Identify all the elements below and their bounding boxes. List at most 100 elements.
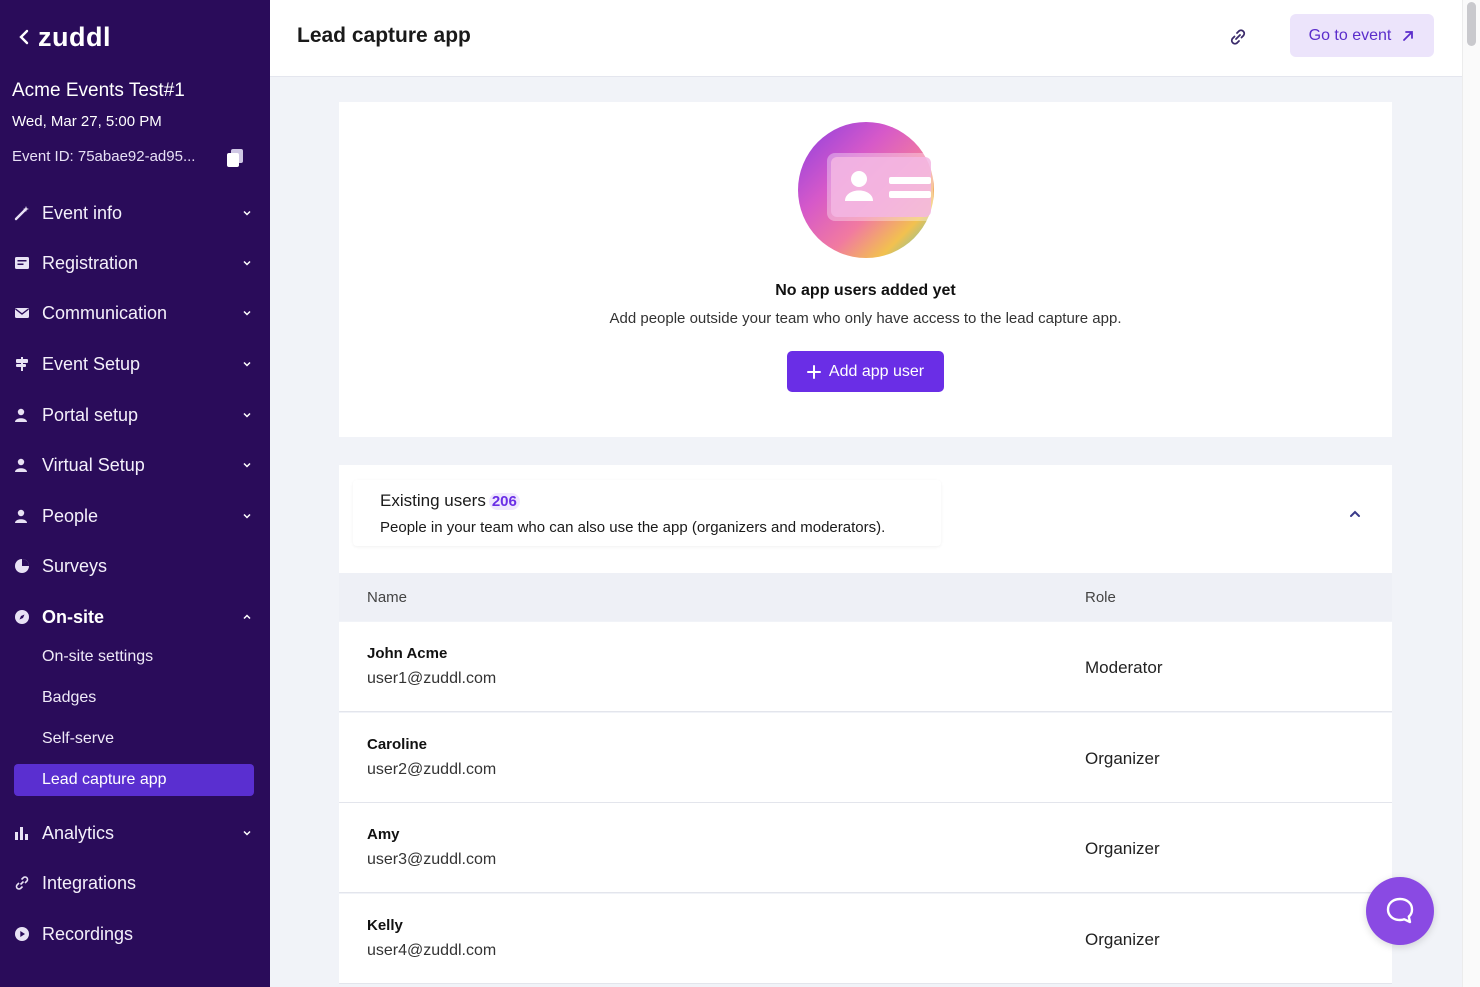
sidebar-item-label: Recordings — [42, 923, 134, 944]
sidebar-item-people[interactable]: People — [0, 494, 270, 538]
signpost-icon — [16, 357, 28, 371]
bar-chart-icon — [15, 827, 28, 840]
user-name: Caroline — [367, 736, 428, 753]
sidebar-item-label: Integrations — [42, 872, 137, 893]
event-date: Wed, Mar 27, 5:00 PM — [12, 113, 162, 130]
user-role: Organizer — [1085, 930, 1160, 949]
chevron-up-icon — [243, 614, 251, 620]
scrollbar-thumb[interactable] — [1467, 2, 1476, 46]
back-chevron-icon[interactable] — [18, 24, 30, 52]
sidebar-item-portal-setup[interactable]: Portal setup — [0, 393, 270, 437]
mail-icon — [15, 308, 29, 318]
column-header-role: Role — [1085, 589, 1116, 606]
sidebar-item-label: Analytics — [42, 822, 115, 843]
add-app-user-label: Add app user — [828, 362, 925, 380]
sidebar-item-surveys[interactable]: Surveys — [0, 544, 270, 588]
table-row[interactable]: Amy user3@zuddl.com Organizer — [339, 803, 1392, 893]
logo-row[interactable]: zuddl — [18, 22, 111, 53]
plus-icon — [806, 364, 821, 379]
compass-icon — [15, 610, 29, 624]
empty-state-card: No app users added yet Add people outsid… — [339, 102, 1392, 437]
user-email: user3@zuddl.com — [367, 851, 497, 868]
chevron-down-icon — [243, 513, 251, 519]
chat-bubble-icon — [1386, 897, 1414, 924]
sidebar-item-label: Surveys — [42, 555, 108, 576]
chevron-up-icon[interactable] — [1346, 505, 1364, 523]
sidebar-item-registration[interactable]: Registration — [0, 241, 270, 285]
sidebar-item-virtual-setup[interactable]: Virtual Setup — [0, 443, 270, 487]
form-icon — [15, 257, 29, 269]
chat-support-button[interactable] — [1366, 877, 1434, 945]
chevron-down-icon — [243, 361, 251, 367]
sidebar-item-label: Event Setup — [42, 353, 141, 374]
user-email: user1@zuddl.com — [367, 670, 497, 687]
sidebar-item-label: People — [42, 505, 99, 526]
chevron-down-icon — [243, 830, 251, 836]
copy-link-icon[interactable] — [1226, 25, 1250, 49]
table-header: Name Role — [339, 573, 1392, 621]
existing-users-title-text: Existing users — [380, 491, 486, 510]
chevron-down-icon — [243, 260, 251, 266]
sidebar-subitem-label: Lead capture app — [42, 771, 167, 788]
existing-users-description: People in your team who can also use the… — [380, 519, 886, 536]
scrollbar[interactable] — [1462, 0, 1480, 987]
sidebar-item-on-site[interactable]: On-site — [0, 595, 270, 639]
chevron-down-icon — [243, 310, 251, 316]
table-row[interactable]: Caroline user2@zuddl.com Organizer — [339, 713, 1392, 803]
sidebar-item-label: Registration — [42, 252, 139, 273]
user-name: John Acme — [367, 645, 448, 662]
user-email: user4@zuddl.com — [367, 942, 497, 959]
event-name: Acme Events Test#1 — [12, 80, 185, 101]
sidebar-item-event-setup[interactable]: Event Setup — [0, 342, 270, 386]
column-header-name: Name — [367, 589, 408, 606]
zuddl-logo: zuddl — [38, 22, 111, 52]
sidebar-item-integrations[interactable]: Integrations — [0, 861, 270, 905]
table-row[interactable]: John Acme user1@zuddl.com Moderator — [339, 622, 1392, 712]
empty-state-description: Add people outside your team who only ha… — [609, 310, 1122, 327]
sidebar-item-label: Virtual Setup — [42, 454, 145, 475]
sidebar-subitem-onsite-settings[interactable]: On-site settings — [42, 648, 153, 666]
user-role: Organizer — [1085, 749, 1160, 768]
sidebar-item-label: Event info — [42, 202, 123, 223]
chevron-down-icon — [243, 210, 251, 216]
sidebar-item-label: On-site — [42, 606, 105, 627]
wand-icon — [14, 206, 29, 221]
user-role: Moderator — [1085, 658, 1163, 677]
event-id: Event ID: 75abae92-ad95... — [12, 148, 196, 165]
sidebar: zuddl Acme Events Test#1 Wed, Mar 27, 5:… — [0, 0, 270, 987]
go-to-event-label: Go to event — [1308, 26, 1392, 44]
sidebar-item-label: Portal setup — [42, 404, 139, 425]
person-icon — [15, 458, 27, 472]
existing-users-count-badge: 206 — [488, 493, 520, 510]
pie-icon — [15, 559, 29, 573]
go-to-event-button[interactable]: Go to event — [1290, 14, 1434, 57]
existing-users-title: Existing users 206 — [380, 491, 520, 511]
user-role: Organizer — [1085, 839, 1160, 858]
empty-state-title: No app users added yet — [775, 282, 956, 299]
sidebar-item-analytics[interactable]: Analytics — [0, 811, 270, 855]
sidebar-subitem-self-serve[interactable]: Self-serve — [42, 730, 114, 748]
sidebar-item-event-info[interactable]: Event info — [0, 191, 270, 235]
page-header: Lead capture app Go to event — [270, 0, 1462, 77]
person-icon — [15, 408, 27, 422]
link-icon — [15, 876, 29, 890]
page-title: Lead capture app — [297, 24, 471, 47]
user-email: user2@zuddl.com — [367, 761, 497, 778]
chevron-down-icon — [243, 412, 251, 418]
arrow-up-right-icon — [1403, 30, 1414, 41]
sidebar-subitem-lead-capture-app[interactable]: Lead capture app — [14, 764, 254, 796]
sidebar-item-communication[interactable]: Communication — [0, 291, 270, 335]
chevron-down-icon — [243, 462, 251, 468]
table-row[interactable]: Kelly user4@zuddl.com Organizer — [339, 894, 1392, 984]
id-card-illustration-icon — [798, 122, 934, 258]
sidebar-subitem-badges[interactable]: Badges — [42, 689, 96, 707]
sidebar-item-recordings[interactable]: Recordings — [0, 912, 270, 956]
copy-icon[interactable] — [224, 147, 246, 169]
existing-users-header — [353, 480, 941, 546]
add-app-user-button[interactable]: Add app user — [787, 351, 944, 392]
existing-users-card: Existing users 206 People in your team wh… — [339, 465, 1392, 573]
sidebar-item-label: Communication — [42, 302, 168, 323]
play-icon — [15, 927, 29, 941]
person-icon — [15, 509, 27, 523]
user-name: Amy — [367, 826, 400, 843]
